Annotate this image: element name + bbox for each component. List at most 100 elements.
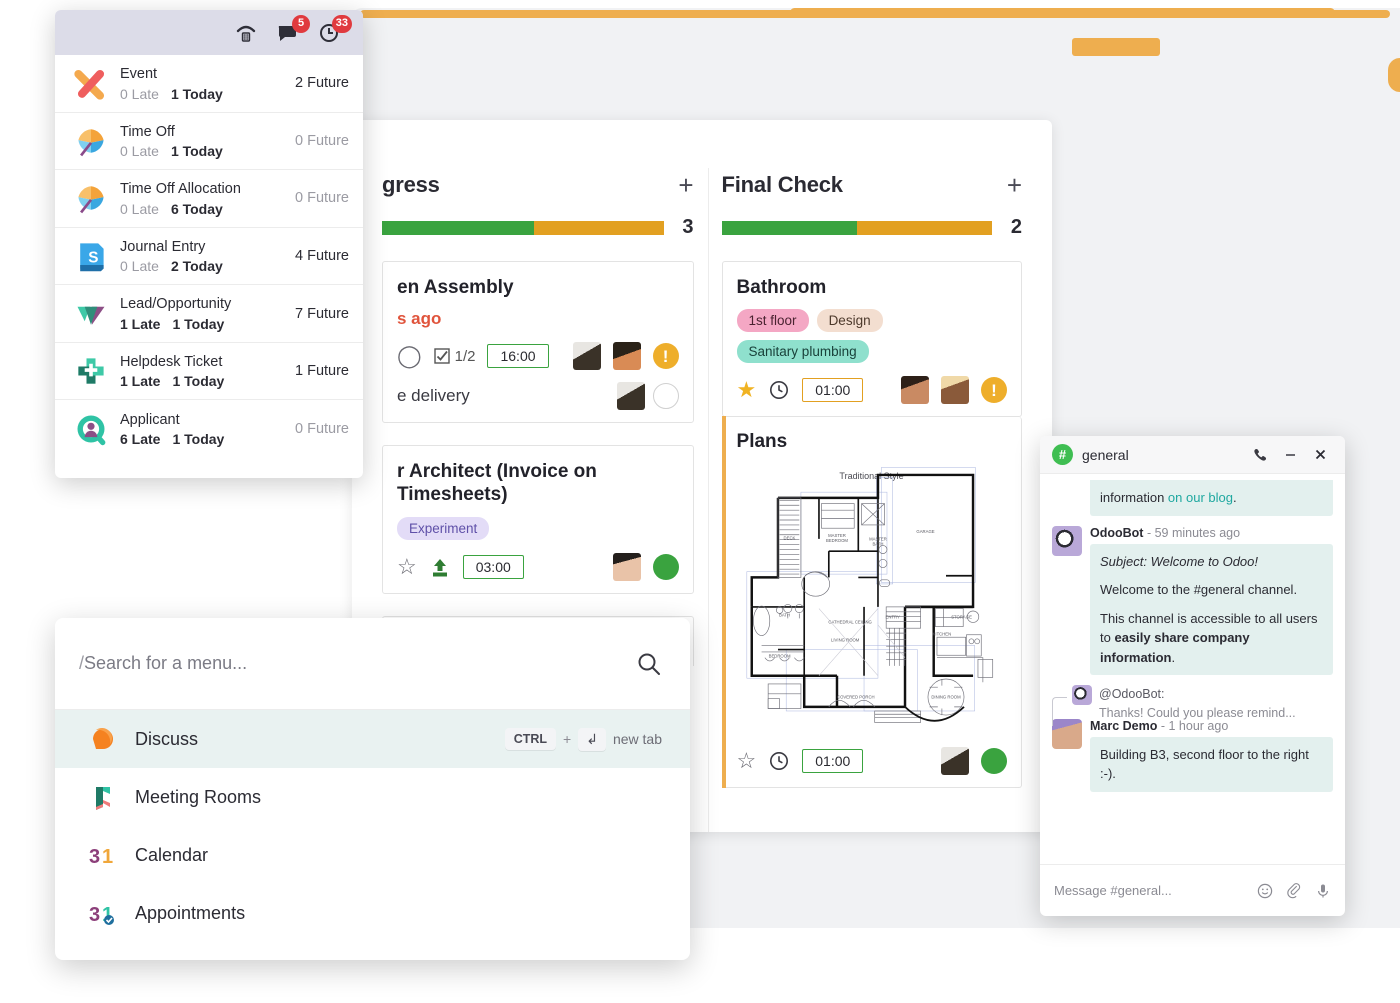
future-count[interactable]: 0 Future bbox=[287, 133, 349, 149]
palette-item-appointments[interactable]: 31 Appointments bbox=[55, 884, 690, 942]
message-author[interactable]: OdooBot bbox=[1090, 526, 1143, 540]
future-count[interactable]: 7 Future bbox=[287, 306, 349, 322]
kanban-column-title: Final Check bbox=[722, 172, 843, 198]
tag[interactable]: 1st floor bbox=[737, 309, 809, 332]
add-card-button[interactable]: + bbox=[1007, 172, 1022, 198]
today-count[interactable]: 1 Today bbox=[171, 143, 223, 159]
future-count[interactable]: 0 Future bbox=[287, 421, 349, 437]
blog-link[interactable]: on our blog bbox=[1168, 490, 1233, 505]
kanban-card[interactable]: Bathroom 1st floor Design Sanitary plumb… bbox=[722, 261, 1022, 417]
tag[interactable]: Design bbox=[817, 309, 883, 332]
message-odoobot: OdooBot - 59 minutes ago Subject: Welcom… bbox=[1052, 526, 1333, 676]
status-dot-grey[interactable] bbox=[653, 383, 679, 409]
clock-partial-icon[interactable]: ◯ bbox=[397, 345, 422, 367]
progress-bar[interactable] bbox=[382, 221, 664, 235]
add-card-button[interactable]: + bbox=[678, 172, 693, 198]
activities-clock-icon[interactable]: 33 bbox=[319, 23, 341, 43]
chat-composer[interactable]: Message #general... bbox=[1040, 864, 1345, 916]
avatar[interactable] bbox=[613, 342, 641, 370]
activity-row-event[interactable]: Event 0 Late1 Today 2 Future bbox=[55, 55, 363, 113]
palette-item-calendar[interactable]: 31 Calendar bbox=[55, 826, 690, 884]
kanban-card[interactable]: en Assembly s ago ◯ 1/2 16:00 ! bbox=[382, 261, 694, 423]
card-due-date: s ago bbox=[397, 309, 679, 329]
minimize-icon[interactable] bbox=[1280, 447, 1301, 462]
emoji-icon[interactable] bbox=[1257, 883, 1273, 899]
future-count[interactable]: 4 Future bbox=[287, 248, 349, 264]
avatar[interactable] bbox=[613, 553, 641, 581]
palette-search-row[interactable]: /Search for a menu... bbox=[55, 618, 690, 710]
chat-header[interactable]: # general bbox=[1040, 436, 1345, 474]
appointments-app-icon: 31 bbox=[89, 899, 117, 927]
activity-row-applicant[interactable]: Applicant 6 Late1 Today 0 Future bbox=[55, 400, 363, 457]
avatar[interactable] bbox=[901, 376, 929, 404]
favorite-star-icon[interactable]: ☆ bbox=[737, 750, 757, 772]
attachment-icon[interactable] bbox=[1286, 883, 1302, 899]
quote-author: @OdooBot: bbox=[1099, 685, 1296, 704]
future-count[interactable]: 2 Future bbox=[287, 75, 349, 91]
messages-icon[interactable]: 5 bbox=[277, 23, 299, 43]
quoted-message[interactable]: @OdooBot: Thanks! Could you please remin… bbox=[1052, 685, 1333, 723]
search-icon[interactable] bbox=[636, 651, 662, 677]
card-time-chip[interactable]: 16:00 bbox=[487, 344, 548, 368]
future-count[interactable]: 0 Future bbox=[287, 190, 349, 206]
today-count[interactable]: 1 Today bbox=[171, 86, 223, 102]
late-count[interactable]: 0 Late bbox=[120, 143, 159, 159]
palette-item-meeting-rooms[interactable]: Meeting Rooms bbox=[55, 768, 690, 826]
avatar[interactable] bbox=[573, 342, 601, 370]
kbd-plus: + bbox=[563, 731, 571, 747]
today-count[interactable]: 1 Today bbox=[172, 373, 224, 389]
activity-row-journal-entry[interactable]: S Journal Entry 0 Late2 Today 4 Future bbox=[55, 228, 363, 286]
activity-row-lead-opportunity[interactable]: Lead/Opportunity 1 Late1 Today 7 Future bbox=[55, 285, 363, 343]
clock-icon[interactable] bbox=[768, 379, 790, 401]
today-count[interactable]: 6 Today bbox=[171, 201, 223, 217]
chat-messages[interactable]: information on our blog. OdooBot - 59 mi… bbox=[1040, 474, 1345, 864]
today-count[interactable]: 2 Today bbox=[171, 258, 223, 274]
kanban-column-header: gress + bbox=[382, 120, 694, 198]
progress-bar[interactable] bbox=[722, 221, 992, 235]
priority-warning-icon[interactable]: ! bbox=[653, 343, 679, 369]
odoobot-avatar[interactable] bbox=[1052, 526, 1082, 556]
voice-message-icon[interactable] bbox=[1315, 883, 1331, 899]
future-count[interactable]: 1 Future bbox=[287, 363, 349, 379]
late-count[interactable]: 0 Late bbox=[120, 201, 159, 217]
status-dot-green[interactable] bbox=[653, 554, 679, 580]
channel-hash-icon: # bbox=[1052, 444, 1073, 465]
avatar[interactable] bbox=[941, 376, 969, 404]
late-count[interactable]: 0 Late bbox=[120, 258, 159, 274]
late-count[interactable]: 0 Late bbox=[120, 86, 159, 102]
kanban-card[interactable]: r Architect (Invoice on Timesheets) Expe… bbox=[382, 445, 694, 593]
clock-icon[interactable] bbox=[768, 750, 790, 772]
favorite-star-filled-icon[interactable]: ★ bbox=[737, 379, 757, 401]
card-time-chip[interactable]: 01:00 bbox=[802, 378, 863, 402]
kbd-hint-text: new tab bbox=[613, 731, 662, 747]
palette-item-discuss[interactable]: Discuss CTRL + ↲ new tab bbox=[55, 710, 690, 768]
late-count[interactable]: 1 Late bbox=[120, 316, 160, 332]
late-count[interactable]: 6 Late bbox=[120, 431, 160, 447]
composer-input[interactable]: Message #general... bbox=[1054, 883, 1244, 898]
activity-row-time-off-allocation[interactable]: Time Off Allocation 0 Late6 Today 0 Futu… bbox=[55, 170, 363, 228]
svg-text:S: S bbox=[88, 249, 98, 266]
favorite-star-icon[interactable]: ☆ bbox=[397, 556, 417, 578]
card-time-chip[interactable]: 01:00 bbox=[802, 749, 863, 773]
tag[interactable]: Sanitary plumbing bbox=[737, 340, 869, 363]
chat-channel-name: general bbox=[1082, 447, 1241, 463]
priority-warning-icon[interactable]: ! bbox=[981, 377, 1007, 403]
upload-icon[interactable] bbox=[429, 556, 451, 578]
activity-row-time-off[interactable]: Time Off 0 Late1 Today 0 Future bbox=[55, 113, 363, 171]
avatar[interactable] bbox=[617, 382, 645, 410]
phone-icon[interactable] bbox=[235, 23, 257, 43]
card-time-chip[interactable]: 03:00 bbox=[463, 555, 524, 579]
avatar[interactable] bbox=[941, 747, 969, 775]
late-count[interactable]: 1 Late bbox=[120, 373, 160, 389]
tag[interactable]: Experiment bbox=[397, 517, 489, 540]
activity-row-helpdesk-ticket[interactable]: Helpdesk Ticket 1 Late1 Today 1 Future bbox=[55, 343, 363, 401]
screenshot-root: gress + 3 en Assembly s ago ◯ bbox=[0, 0, 1400, 1003]
today-count[interactable]: 1 Today bbox=[172, 316, 224, 332]
kanban-column-progress: 3 bbox=[382, 216, 694, 239]
kanban-card-plans[interactable]: Plans Traditional Style bbox=[722, 417, 1022, 787]
close-icon[interactable] bbox=[1310, 447, 1331, 462]
call-icon[interactable] bbox=[1250, 447, 1271, 462]
search-input[interactable]: /Search for a menu... bbox=[79, 653, 636, 674]
today-count[interactable]: 1 Today bbox=[172, 431, 224, 447]
status-dot-green[interactable] bbox=[981, 748, 1007, 774]
